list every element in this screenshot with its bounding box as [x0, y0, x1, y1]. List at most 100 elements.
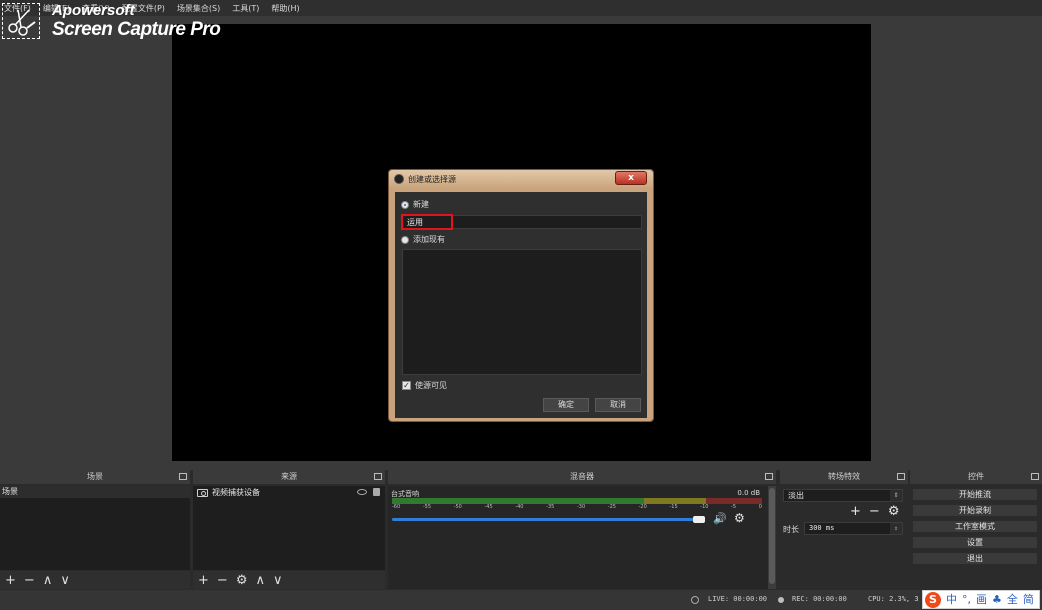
sources-header: 来源	[193, 470, 385, 484]
existing-source-option[interactable]: 添加现有	[401, 234, 445, 245]
ime-fullwidth[interactable]: 全	[1007, 593, 1018, 607]
source-item[interactable]: 视频捕获设备	[193, 486, 385, 499]
menu-profile[interactable]: 配置文件(P)	[122, 3, 165, 14]
new-radio[interactable]	[401, 200, 409, 209]
close-button[interactable]: x	[615, 171, 647, 185]
transition-toolbar: + − ⚙	[850, 505, 899, 518]
live-indicator-icon	[691, 596, 699, 604]
visible-option[interactable]: ✓ 使源可见	[402, 380, 447, 391]
add-source-button[interactable]: +	[198, 574, 209, 587]
undock-icon[interactable]	[374, 473, 382, 480]
mixer-header: 混音器	[388, 470, 776, 484]
undock-icon[interactable]	[765, 473, 773, 480]
dialog-title: 创建或选择源	[408, 174, 456, 184]
menu-edit[interactable]: 编辑(E)	[43, 3, 70, 14]
undock-icon[interactable]	[897, 473, 905, 480]
move-scene-down-button[interactable]: ∨	[60, 574, 70, 587]
scenes-list[interactable]: 场景	[0, 486, 190, 570]
existing-radio[interactable]	[401, 235, 409, 244]
sogou-logo-icon[interactable]: S	[925, 591, 941, 608]
menu-scene-collection[interactable]: 场景集合(S)	[177, 3, 220, 14]
obs-main-window: 文件(F) 编辑(E) 查看(V) 配置文件(P) 场景集合(S) 工具(T) …	[0, 0, 1042, 610]
dialog-titlebar[interactable]: 创建或选择源	[389, 170, 653, 188]
lock-icon[interactable]	[373, 488, 380, 496]
studio-mode-button[interactable]: 工作室模式	[912, 520, 1038, 533]
cancel-button[interactable]: 取消	[595, 398, 641, 412]
new-source-option[interactable]: 新建	[401, 199, 429, 210]
volume-slider[interactable]	[392, 518, 704, 521]
meter-tick-label: 0	[758, 504, 762, 510]
visible-checkbox[interactable]: ✓	[402, 381, 411, 390]
eye-icon[interactable]	[357, 489, 367, 495]
source-item-label: 视频捕获设备	[212, 488, 260, 497]
create-source-dialog: 创建或选择源 x 新建 运用 添加现有 ✓ 使源可见 确定 取消	[388, 169, 654, 422]
ime-simplified[interactable]: 简	[1023, 593, 1034, 607]
volume-slider-handle[interactable]	[692, 516, 705, 523]
spin-arrows-icon[interactable]: ⇕	[890, 523, 902, 534]
start-streaming-button[interactable]: 开始推流	[912, 488, 1038, 501]
duration-spinbox[interactable]: 300 ms ⇕	[804, 522, 903, 535]
ime-punctuation[interactable]: °,	[962, 593, 971, 607]
remove-source-button[interactable]: −	[217, 574, 228, 587]
scenes-dock: 场景 场景 + − ∧ ∨	[0, 470, 190, 590]
mixer-channel: 台式音响 0.0 dB -60 -55 -50 -45 -40 -35 -30 -25 -20-…	[388, 486, 768, 589]
sources-list[interactable]: 视频捕获设备	[193, 486, 385, 570]
add-transition-button[interactable]: +	[850, 505, 861, 518]
undock-icon[interactable]	[1031, 473, 1039, 480]
transition-select-value: 淡出	[788, 491, 804, 500]
move-scene-up-button[interactable]: ∧	[43, 574, 53, 587]
menu-bar: 文件(F) 编辑(E) 查看(V) 配置文件(P) 场景集合(S) 工具(T) …	[0, 0, 1042, 16]
ok-button[interactable]: 确定	[543, 398, 589, 412]
dialog-body: 新建 运用 添加现有 ✓ 使源可见 确定 取消	[395, 192, 647, 418]
sources-title: 来源	[281, 472, 297, 481]
rec-timer: REC: 00:00:00	[792, 595, 847, 603]
move-source-up-button[interactable]: ∧	[255, 574, 265, 587]
transitions-header: 转场特效	[780, 470, 908, 484]
move-source-down-button[interactable]: ∨	[273, 574, 283, 587]
start-recording-button[interactable]: 开始录制	[912, 504, 1038, 517]
transition-select[interactable]: 淡出 ⇕	[783, 489, 903, 502]
ime-toolbar: S 中 °, 画 ♣ 全 简	[922, 590, 1040, 609]
scene-item[interactable]: 场景	[0, 486, 190, 498]
menu-tools[interactable]: 工具(T)	[232, 3, 259, 14]
menu-view[interactable]: 查看(V)	[82, 3, 110, 14]
mixer-scrollbar[interactable]	[768, 486, 776, 589]
camera-icon	[197, 488, 208, 497]
meter-tick-label: -60	[392, 504, 401, 510]
controls-dock: 控件 开始推流 开始录制 工作室模式 设置 退出	[910, 470, 1042, 590]
ime-chinese-mode[interactable]: 中	[946, 593, 957, 607]
mixer-title: 混音器	[570, 472, 594, 481]
meter-tick-label: -15	[669, 504, 678, 510]
scenes-toolbar: + − ∧ ∨	[0, 571, 190, 589]
source-properties-button[interactable]: ⚙	[236, 574, 248, 587]
select-arrows-icon: ⇕	[890, 490, 902, 501]
bottom-docks: 场景 场景 + − ∧ ∨ 来源 视频捕获设备 + − ⚙ ∧ ∨ 混音器 台式…	[0, 470, 1042, 590]
speaker-icon[interactable]: 🔊	[713, 513, 727, 525]
undock-icon[interactable]	[179, 473, 187, 480]
remove-transition-button[interactable]: −	[869, 505, 880, 518]
obs-logo-icon	[394, 174, 404, 184]
controls-header: 控件	[910, 470, 1042, 484]
menu-file[interactable]: 文件(F)	[4, 3, 31, 14]
settings-button[interactable]: 设置	[912, 536, 1038, 549]
transition-properties-button[interactable]: ⚙	[888, 505, 900, 518]
meter-tick-label: -55	[422, 504, 431, 510]
duration-value: 300 ms	[809, 524, 835, 532]
red-highlight-box	[401, 214, 453, 230]
meter-tick-label: -20	[638, 504, 647, 510]
ime-keyboard[interactable]: 画	[976, 593, 987, 607]
existing-sources-list[interactable]	[402, 249, 642, 375]
live-timer: LIVE: 00:00:00	[708, 595, 768, 603]
ime-skin[interactable]: ♣	[992, 593, 1002, 607]
remove-scene-button[interactable]: −	[24, 574, 35, 587]
meter-tick-label: -35	[546, 504, 555, 510]
transitions-title: 转场特效	[828, 472, 860, 481]
mixer-db-readout: 0.0 dB	[737, 489, 760, 497]
scenes-header: 场景	[0, 470, 190, 484]
exit-button[interactable]: 退出	[912, 552, 1038, 565]
gear-icon[interactable]: ⚙	[734, 512, 745, 525]
menu-help[interactable]: 帮助(H)	[271, 3, 299, 14]
visible-checkbox-label: 使源可见	[415, 381, 447, 390]
add-scene-button[interactable]: +	[5, 574, 16, 587]
mixer-dock: 混音器 台式音响 0.0 dB -60 -55 -50 -45 -40 -35 -30 -25…	[388, 470, 776, 590]
